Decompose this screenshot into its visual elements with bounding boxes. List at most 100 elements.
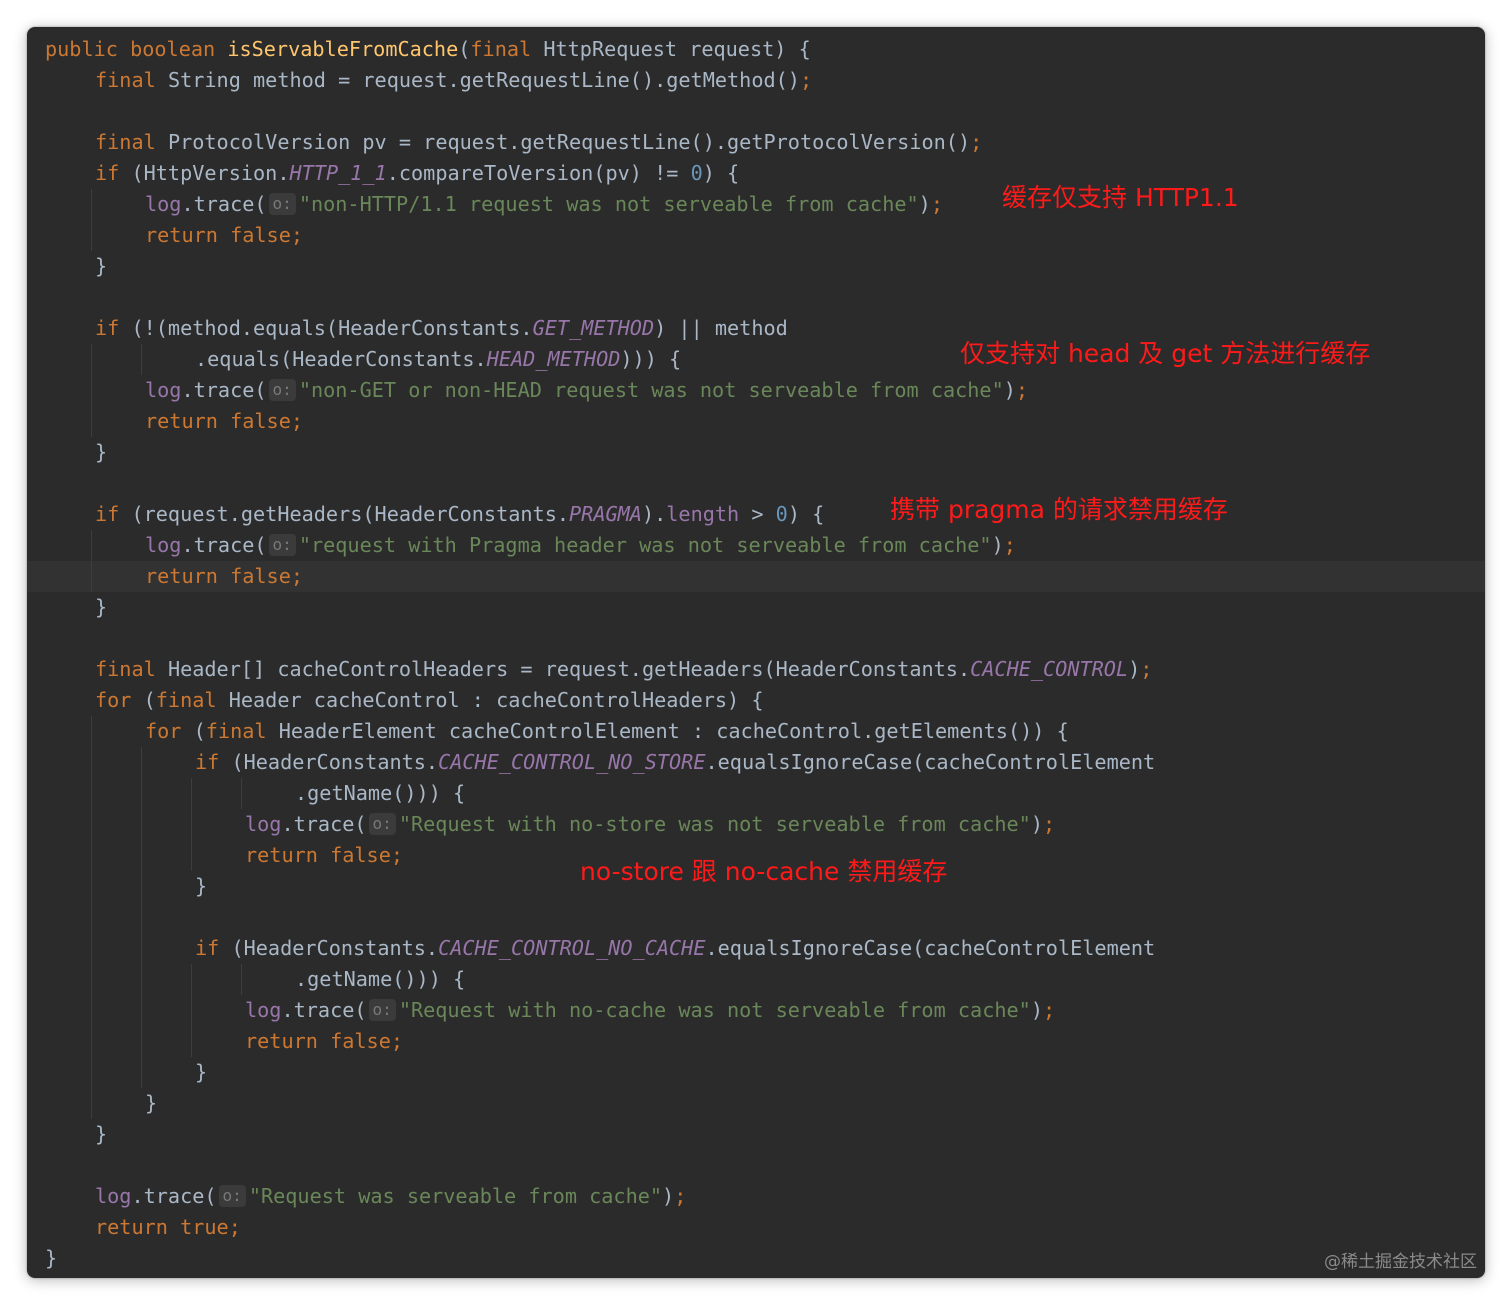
code-token: (HeaderConstants. <box>231 750 439 774</box>
code-line: .equals(HeaderConstants.HEAD_METHOD))) { <box>195 344 681 375</box>
code-token: public boolean <box>45 37 228 61</box>
code-token: final <box>205 719 279 743</box>
code-line: if (HeaderConstants.CACHE_CONTROL_NO_CAC… <box>195 933 1155 964</box>
code-line: return false; <box>145 561 303 592</box>
code-token: ; <box>1003 533 1016 557</box>
code-token: ; <box>970 130 983 154</box>
code-line: } <box>95 437 107 468</box>
indent-guide <box>191 964 192 1057</box>
code-token: CACHE_CONTROL_NO_STORE <box>438 750 706 774</box>
annotation-head-get-only: 仅支持对 head 及 get 方法进行缓存 <box>960 339 1371 368</box>
code-token: CACHE_CONTROL_NO_CACHE <box>438 936 706 960</box>
code-token: HEAD_METHOD <box>486 347 621 371</box>
code-line: log.trace(o: "Request was serveable from … <box>95 1181 686 1212</box>
code-token: if <box>195 750 232 774</box>
indent-guide <box>241 778 242 809</box>
code-token: final <box>155 688 229 712</box>
code-line: public boolean isServableFromCache(final… <box>45 34 811 65</box>
code-token: ProtocolVersion pv = request.getRequestL… <box>167 130 971 154</box>
code-token: log <box>145 378 182 402</box>
code-token: return false; <box>245 843 404 867</box>
code-token: isServableFromCache <box>227 37 459 61</box>
code-line: return true; <box>95 1212 241 1243</box>
code-line: if (HeaderConstants.CACHE_CONTROL_NO_STO… <box>195 747 1155 778</box>
code-token: HeaderElement cacheControlElement : cach… <box>278 719 1069 743</box>
code-token: if <box>95 316 132 340</box>
code-token: ) { <box>702 161 740 185</box>
code-editor-window: public boolean isServableFromCache(final… <box>27 27 1485 1278</box>
code-token: return true; <box>95 1215 241 1239</box>
code-token: .equalsIgnoreCase(cacheControlElement <box>705 936 1156 960</box>
code-line: .getName())) { <box>295 778 465 809</box>
code-line: return false; <box>145 406 303 437</box>
code-token: ; <box>1140 657 1153 681</box>
code-line: return false; <box>145 220 303 251</box>
code-token: } <box>145 1091 158 1115</box>
param-hint: o: <box>268 379 296 401</box>
code-line: log.trace(o: "Request with no-cache was n… <box>245 995 1055 1026</box>
code-token: (request.getHeaders(HeaderConstants. <box>131 502 570 526</box>
code-token: } <box>195 1060 208 1084</box>
code-token: if <box>95 161 132 185</box>
code-token: "Request with no-store was not serveable… <box>398 812 1031 836</box>
code-token: ; <box>1042 812 1056 836</box>
code-line: for (final HeaderElement cacheControlEle… <box>145 716 1069 747</box>
code-token: .equals(HeaderConstants. <box>195 347 487 371</box>
code-token: "request with Pragma header was not serv… <box>298 533 992 557</box>
code-token: ) <box>1030 812 1043 836</box>
code-token: } <box>95 1122 108 1146</box>
code-token: ) <box>1128 657 1141 681</box>
code-token: .compareToVersion(pv) != <box>386 161 691 185</box>
code-token: 0 <box>775 502 788 526</box>
code-token: } <box>195 874 208 898</box>
code-token: Header[] cacheControlHeaders = request.g… <box>167 657 971 681</box>
param-hint: o: <box>368 813 396 835</box>
code-token: return false; <box>245 1029 404 1053</box>
code-token: "non-HTTP/1.1 request was not serveable … <box>298 192 919 216</box>
code-token: if <box>95 502 132 526</box>
code-token: .trace( <box>281 812 367 836</box>
code-line: for (final Header cacheControl : cacheCo… <box>95 685 764 716</box>
code-token: .equalsIgnoreCase(cacheControlElement <box>705 750 1156 774</box>
code-token: final <box>95 68 168 92</box>
code-token: log <box>245 998 282 1022</box>
code-token: return false; <box>145 223 304 247</box>
code-token: final <box>95 130 168 154</box>
code-line: if (request.getHeaders(HeaderConstants.P… <box>95 499 824 530</box>
code-token: .trace( <box>181 378 267 402</box>
code-token: ( <box>193 719 206 743</box>
code-token: .getName())) { <box>295 967 466 991</box>
code-token: (HeaderConstants. <box>231 936 439 960</box>
code-token: Header cacheControl : cacheControlHeader… <box>228 688 764 712</box>
code-token: ; <box>930 192 943 216</box>
code-token: ; <box>1015 378 1029 402</box>
annotation-pragma-disabled: 携带 pragma 的请求禁用缓存 <box>890 495 1228 524</box>
code-token: for <box>145 719 194 743</box>
code-token: ) <box>1003 378 1016 402</box>
code-line: } <box>145 1088 157 1119</box>
code-token: if <box>195 936 232 960</box>
code-token: final <box>470 37 544 61</box>
code-line: } <box>95 592 107 623</box>
code-token: } <box>95 595 108 619</box>
code-token: return false; <box>145 409 304 433</box>
param-hint: o: <box>368 999 396 1021</box>
code-token: PRAGMA <box>569 502 642 526</box>
indent-guide <box>91 189 92 251</box>
code-token: ) <box>991 533 1004 557</box>
code-token: } <box>95 440 108 464</box>
code-token: GET_METHOD <box>532 316 655 340</box>
code-token: log <box>145 533 182 557</box>
code-line: } <box>195 871 207 902</box>
code-token: .getName())) { <box>295 781 466 805</box>
code-token: .trace( <box>181 533 267 557</box>
code-token: } <box>95 254 108 278</box>
code-token: length <box>666 502 740 526</box>
code-token: ) <box>662 1184 675 1208</box>
code-line: return false; <box>245 840 403 871</box>
code-token: "Request with no-cache was not serveable… <box>398 998 1031 1022</box>
code-token: (!(method.equals(HeaderConstants. <box>131 316 533 340</box>
code-token: ; <box>674 1184 687 1208</box>
code-token: ) <box>918 192 931 216</box>
indent-guide <box>141 747 142 1088</box>
